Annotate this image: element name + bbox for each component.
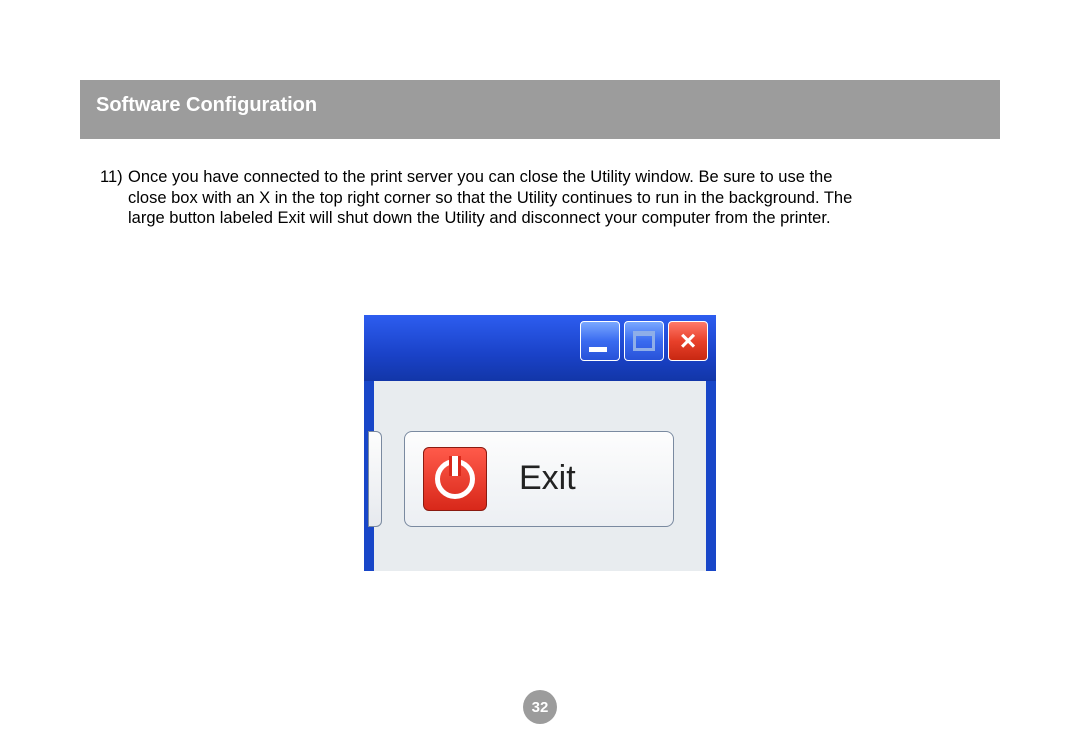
page-number: 32 bbox=[523, 690, 557, 724]
window-body: Exit bbox=[374, 381, 706, 571]
power-ring-icon bbox=[435, 459, 475, 499]
window-titlebar: × bbox=[364, 315, 716, 381]
utility-window-screenshot: × Exit bbox=[364, 315, 716, 571]
power-icon bbox=[423, 447, 487, 511]
exit-button[interactable]: Exit bbox=[404, 431, 674, 527]
step-line-2: close box with an X in the top right cor… bbox=[100, 188, 980, 209]
instruction-step: 11)Once you have connected to the print … bbox=[80, 167, 1000, 229]
section-header: Software Configuration bbox=[80, 80, 1000, 139]
exit-button-label: Exit bbox=[519, 459, 576, 498]
step-number: 11) bbox=[100, 167, 128, 188]
partial-button-edge bbox=[368, 431, 382, 527]
minimize-icon bbox=[589, 347, 607, 352]
screenshot-container: × Exit bbox=[80, 315, 1000, 571]
power-stem-icon bbox=[449, 456, 461, 476]
step-line-1: Once you have connected to the print ser… bbox=[128, 168, 832, 186]
minimize-button[interactable] bbox=[580, 321, 620, 361]
step-line-3: large button labeled Exit will shut down… bbox=[100, 208, 980, 229]
window-controls: × bbox=[580, 321, 708, 361]
document-page: Software Configuration 11)Once you have … bbox=[0, 0, 1080, 571]
close-button[interactable]: × bbox=[668, 321, 708, 361]
section-title: Software Configuration bbox=[96, 94, 984, 117]
maximize-icon bbox=[633, 331, 655, 351]
page-number-value: 32 bbox=[532, 699, 549, 716]
maximize-button[interactable] bbox=[624, 321, 664, 361]
close-icon: × bbox=[680, 327, 696, 355]
